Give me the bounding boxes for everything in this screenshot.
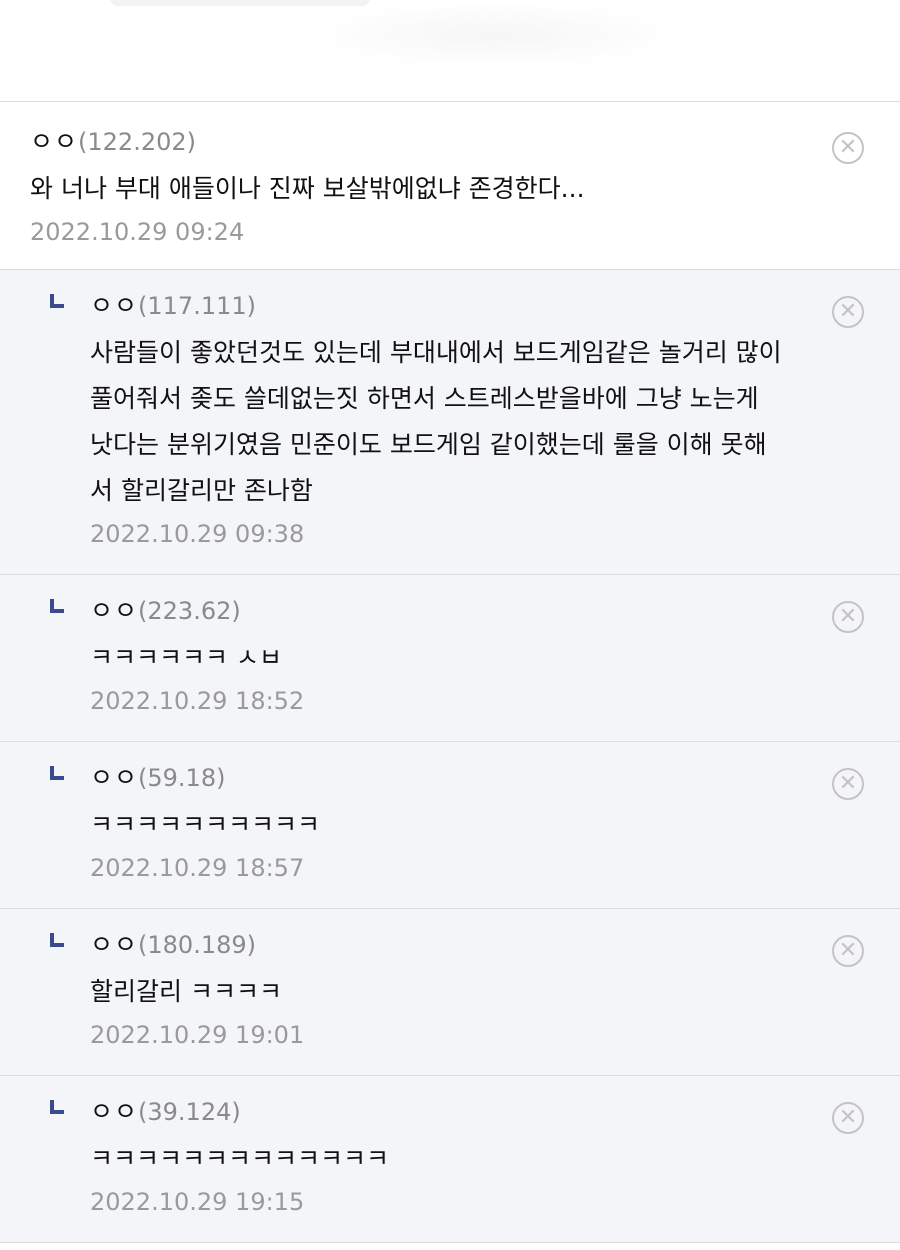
reply-date: 2022.10.29 09:38 bbox=[90, 520, 305, 548]
reply-ip: (180.189) bbox=[138, 931, 256, 959]
reply-author[interactable]: ㅇㅇ bbox=[90, 596, 138, 625]
comment-author[interactable]: ㅇㅇ bbox=[30, 127, 78, 156]
reply-arrow-icon bbox=[50, 599, 64, 613]
reply-item: ㅇㅇ(117.111) 사람들이 좋았던것도 있는데 부대내에서 보드게임같은 … bbox=[0, 270, 900, 575]
cropped-content-blur bbox=[300, 0, 690, 70]
reply-ip: (59.18) bbox=[138, 764, 226, 792]
reply-author[interactable]: ㅇㅇ bbox=[90, 1097, 138, 1126]
comment-text-line: 와 너나 부대 애들이나 진짜 보살밖에없냐 존경한다... bbox=[30, 174, 585, 203]
reply-header: ㅇㅇ(223.62) bbox=[90, 593, 900, 629]
close-circle-icon: ✕ bbox=[838, 299, 858, 324]
reply-date: 2022.10.29 19:01 bbox=[90, 1021, 305, 1049]
comment-list: ㅇㅇ(122.202) 와 너나 부대 애들이나 진짜 보살밖에없냐 존경한다.… bbox=[0, 102, 900, 1243]
reply-text-line: ㅋㅋㅋㅋㅋㅋ ㅅㅂ bbox=[90, 643, 282, 672]
delete-reply-button[interactable]: ✕ bbox=[832, 935, 864, 967]
reply-text: ㅋㅋㅋㅋㅋㅋ ㅅㅂ bbox=[90, 635, 870, 681]
reply-text: 사람들이 좋았던것도 있는데 부대내에서 보드게임같은 놀거리 많이 풀어줘서 … bbox=[90, 330, 870, 514]
reply-author[interactable]: ㅇㅇ bbox=[90, 930, 138, 959]
reply-header: ㅇㅇ(39.124) bbox=[90, 1094, 900, 1130]
reply-text-line: ㅋㅋㅋㅋㅋㅋㅋㅋㅋㅋ bbox=[90, 810, 321, 839]
reply-header: ㅇㅇ(117.111) bbox=[90, 288, 900, 324]
reply-ip: (117.111) bbox=[138, 292, 256, 320]
delete-reply-button[interactable]: ✕ bbox=[832, 768, 864, 800]
comment-item: ㅇㅇ(122.202) 와 너나 부대 애들이나 진짜 보살밖에없냐 존경한다.… bbox=[0, 102, 900, 270]
reply-author[interactable]: ㅇㅇ bbox=[90, 763, 138, 792]
reply-item: ㅇㅇ(39.124) ㅋㅋㅋㅋㅋㅋㅋㅋㅋㅋㅋㅋㅋ 2022.10.29 19:1… bbox=[0, 1076, 900, 1243]
reply-date: 2022.10.29 19:15 bbox=[90, 1188, 305, 1216]
reply-arrow-icon bbox=[50, 294, 64, 308]
reply-text-line: 사람들이 좋았던것도 있는데 부대내에서 보드게임같은 놀거리 많이 bbox=[90, 338, 782, 367]
reply-text: ㅋㅋㅋㅋㅋㅋㅋㅋㅋㅋㅋㅋㅋ bbox=[90, 1136, 870, 1182]
reply-text-line: ㅋㅋㅋㅋㅋㅋㅋㅋㅋㅋㅋㅋㅋ bbox=[90, 1144, 390, 1173]
close-circle-icon: ✕ bbox=[838, 1105, 858, 1130]
comment-date: 2022.10.29 09:24 bbox=[30, 218, 245, 246]
reply-text: 할리갈리 ㅋㅋㅋㅋ bbox=[90, 969, 870, 1015]
delete-reply-button[interactable]: ✕ bbox=[832, 296, 864, 328]
reply-text: ㅋㅋㅋㅋㅋㅋㅋㅋㅋㅋ bbox=[90, 802, 870, 848]
comment-text: 와 너나 부대 애들이나 진짜 보살밖에없냐 존경한다... bbox=[30, 166, 810, 212]
reply-text-line: 풀어줘서 좆도 쓸데없는짓 하면서 스트레스받을바에 그냥 노는게 bbox=[90, 384, 759, 413]
reply-author[interactable]: ㅇㅇ bbox=[90, 291, 138, 320]
reply-item: ㅇㅇ(180.189) 할리갈리 ㅋㅋㅋㅋ 2022.10.29 19:01 ✕ bbox=[0, 909, 900, 1076]
reply-arrow-icon bbox=[50, 933, 64, 947]
reply-header: ㅇㅇ(180.189) bbox=[90, 927, 900, 963]
reply-item: ㅇㅇ(59.18) ㅋㅋㅋㅋㅋㅋㅋㅋㅋㅋ 2022.10.29 18:57 ✕ bbox=[0, 742, 900, 909]
delete-reply-button[interactable]: ✕ bbox=[832, 1102, 864, 1134]
close-circle-icon: ✕ bbox=[838, 938, 858, 963]
reply-arrow-icon bbox=[50, 1100, 64, 1114]
reply-arrow-icon bbox=[50, 766, 64, 780]
reply-header: ㅇㅇ(59.18) bbox=[90, 760, 900, 796]
delete-reply-button[interactable]: ✕ bbox=[832, 601, 864, 633]
reply-text-line: 서 할리갈리만 존나함 bbox=[90, 476, 313, 505]
reply-item: ㅇㅇ(223.62) ㅋㅋㅋㅋㅋㅋ ㅅㅂ 2022.10.29 18:52 ✕ bbox=[0, 575, 900, 742]
delete-comment-button[interactable]: ✕ bbox=[832, 132, 864, 164]
close-circle-icon: ✕ bbox=[838, 604, 858, 629]
close-circle-icon: ✕ bbox=[838, 771, 858, 796]
previous-content-area bbox=[0, 0, 900, 102]
reply-ip: (39.124) bbox=[138, 1098, 241, 1126]
comment-header: ㅇㅇ(122.202) bbox=[30, 124, 900, 160]
reply-date: 2022.10.29 18:52 bbox=[90, 687, 305, 715]
close-circle-icon: ✕ bbox=[838, 135, 858, 160]
reply-ip: (223.62) bbox=[138, 597, 241, 625]
cropped-content bbox=[110, 0, 370, 6]
comment-ip: (122.202) bbox=[78, 128, 196, 156]
reply-text-line: 낫다는 분위기였음 민준이도 보드게임 같이했는데 룰을 이해 못해 bbox=[90, 430, 767, 459]
reply-date: 2022.10.29 18:57 bbox=[90, 854, 305, 882]
reply-text-line: 할리갈리 ㅋㅋㅋㅋ bbox=[90, 977, 282, 1006]
